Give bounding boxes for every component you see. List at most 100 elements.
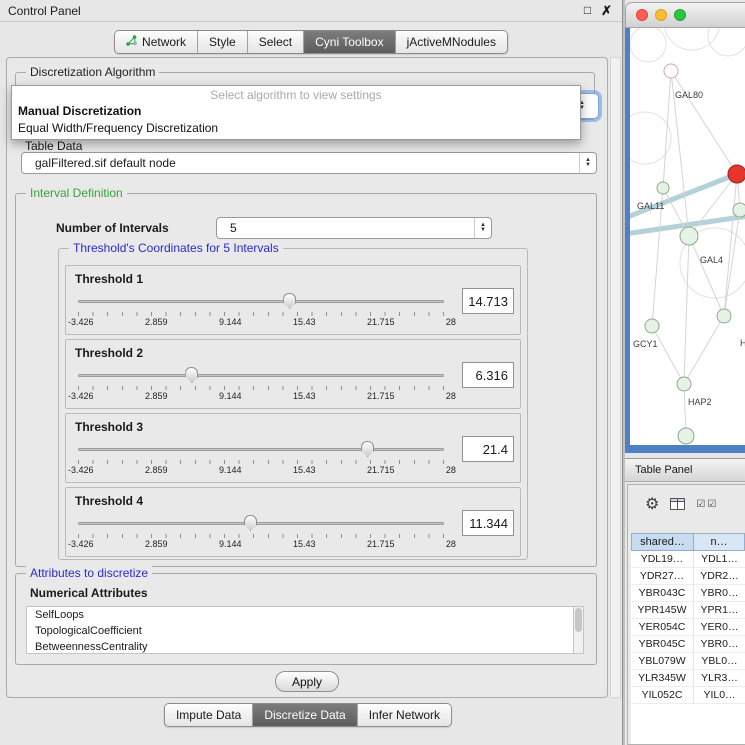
attribute-list-item[interactable]: SelfLoops xyxy=(27,607,573,623)
slider-scale: -3.4262.8599.14415.4321.71528 xyxy=(68,539,456,549)
scrollbar-thumb[interactable] xyxy=(575,608,582,632)
table-row[interactable]: YIL052CYIL0… xyxy=(631,687,745,704)
cell-shared-name[interactable]: YBR045C xyxy=(631,636,694,652)
attribute-list-item[interactable]: BetweennessCentrality xyxy=(27,639,573,654)
cell-shared-name[interactable]: YLR345W xyxy=(631,670,694,686)
threshold-value-field[interactable]: 11.344 xyxy=(462,510,514,536)
slider-track[interactable] xyxy=(78,522,444,525)
close-icon[interactable]: ✗ xyxy=(601,3,612,19)
table-row[interactable]: YDR27…YDR2… xyxy=(631,568,745,585)
cell-name[interactable]: YBR0… xyxy=(694,585,745,601)
network-node[interactable] xyxy=(664,64,678,78)
cell-name[interactable]: YER0… xyxy=(694,619,745,635)
attribute-list-item[interactable]: TopologicalCoefficient xyxy=(27,623,573,639)
cell-shared-name[interactable]: YDL19… xyxy=(631,551,694,567)
tick-label: -3.426 xyxy=(68,539,94,549)
network-edge[interactable] xyxy=(689,236,724,316)
minimize-icon[interactable]: □ xyxy=(584,3,591,19)
network-edge[interactable] xyxy=(652,326,684,384)
network-view-frame: GAL80GAL11GAL4GCY1HAP2H xyxy=(625,28,745,453)
list-scrollbar[interactable] xyxy=(573,606,584,654)
columns-icon[interactable] xyxy=(670,498,685,510)
cell-shared-name[interactable]: YBL079W xyxy=(631,653,694,669)
tab-infer-network[interactable]: Infer Network xyxy=(357,704,451,726)
slider-track[interactable] xyxy=(78,448,444,451)
threshold-value-field[interactable]: 14.713 xyxy=(462,288,514,314)
cell-name[interactable]: YIL0… xyxy=(694,687,745,703)
slider-thumb[interactable] xyxy=(361,441,374,457)
threshold-3-slider[interactable] xyxy=(78,441,444,458)
table-row[interactable]: YBL079WYBL0… xyxy=(631,653,745,670)
threshold-1-slider[interactable] xyxy=(78,293,444,310)
table-row[interactable]: YPR145WYPR1… xyxy=(631,602,745,619)
tick-label: -3.426 xyxy=(68,317,94,327)
gear-icon[interactable]: ⚙ xyxy=(645,494,659,514)
table-row[interactable]: YBR045CYBR0… xyxy=(631,636,745,653)
network-node[interactable] xyxy=(645,319,659,333)
table-row[interactable]: YLR345WYLR3… xyxy=(631,670,745,687)
column-header-shared-name[interactable]: shared… xyxy=(631,533,694,551)
numerical-attributes-list[interactable]: SelfLoopsTopologicalCoefficientBetweenne… xyxy=(26,606,574,654)
threshold-value-field[interactable]: 6.316 xyxy=(462,362,514,388)
cell-name[interactable]: YDL1… xyxy=(694,551,745,567)
network-edge[interactable] xyxy=(684,316,724,384)
cell-name[interactable]: YBL0… xyxy=(694,653,745,669)
tab-discretize-data[interactable]: Discretize Data xyxy=(252,704,356,726)
cell-name[interactable]: YDR2… xyxy=(694,568,745,584)
network-node[interactable] xyxy=(733,203,745,217)
panel-scrollbar[interactable] xyxy=(610,57,621,698)
slider-thumb[interactable] xyxy=(244,515,257,531)
threshold-value-field[interactable]: 21.4 xyxy=(462,436,514,462)
cell-shared-name[interactable]: YIL052C xyxy=(631,687,694,703)
tab-impute-data[interactable]: Impute Data xyxy=(165,704,252,726)
network-node[interactable] xyxy=(717,309,731,323)
cell-name[interactable]: YLR3… xyxy=(694,670,745,686)
network-edge-thick[interactable] xyxy=(630,174,737,218)
select-all-icon[interactable]: ☑ ☑ xyxy=(696,499,716,510)
tab-network[interactable]: Network xyxy=(115,31,197,53)
workspace-region: GAL80GAL11GAL4GCY1HAP2H Table Panel ⚙ ☑ … xyxy=(625,0,745,745)
slider-thumb[interactable] xyxy=(185,367,198,383)
slider-track[interactable] xyxy=(78,300,444,303)
window-title: Control Panel xyxy=(8,4,81,18)
slider-tickmarks xyxy=(78,460,444,464)
slider-track[interactable] xyxy=(78,374,444,377)
cell-shared-name[interactable]: YER054C xyxy=(631,619,694,635)
network-node[interactable] xyxy=(677,377,691,391)
network-edge[interactable] xyxy=(684,236,689,384)
cell-shared-name[interactable]: YBR043C xyxy=(631,585,694,601)
group-label: Discretization Algorithm xyxy=(26,65,159,79)
number-of-intervals-combo[interactable]: 5 ▲ ▼ xyxy=(216,217,492,239)
dropdown-item-equal-width-frequency[interactable]: Equal Width/Frequency Discretization xyxy=(12,120,580,137)
checkbox-icon: ☑ xyxy=(696,499,705,510)
threshold-4-slider[interactable] xyxy=(78,515,444,532)
column-header-name[interactable]: n… xyxy=(694,533,745,551)
dropdown-item-manual-discretization[interactable]: Manual Discretization xyxy=(12,103,580,120)
zoom-traffic-light[interactable] xyxy=(674,9,686,21)
network-node[interactable] xyxy=(680,227,698,245)
network-canvas[interactable]: GAL80GAL11GAL4GCY1HAP2H xyxy=(630,28,745,445)
tab-select[interactable]: Select xyxy=(247,31,303,53)
cell-shared-name[interactable]: YPR145W xyxy=(631,602,694,618)
cell-name[interactable]: YPR1… xyxy=(694,602,745,618)
tick-label: 2.859 xyxy=(145,391,168,401)
threshold-2-slider[interactable] xyxy=(78,367,444,384)
network-node[interactable] xyxy=(728,165,745,183)
tab-jactivemnodules[interactable]: jActiveMNodules xyxy=(395,31,507,53)
cell-shared-name[interactable]: YDR27… xyxy=(631,568,694,584)
tab-cyni-toolbox[interactable]: Cyni Toolbox xyxy=(303,31,394,53)
table-row[interactable]: YDL19…YDL1… xyxy=(631,551,745,568)
apply-button[interactable]: Apply xyxy=(275,671,339,692)
table-row[interactable]: YER054CYER0… xyxy=(631,619,745,636)
tab-style[interactable]: Style xyxy=(197,31,247,53)
cell-name[interactable]: YBR0… xyxy=(694,636,745,652)
table-row[interactable]: YBR043CYBR0… xyxy=(631,585,745,602)
network-node[interactable] xyxy=(678,428,694,444)
tick-label: 2.859 xyxy=(145,465,168,475)
threshold-4-panel: Threshold 4 -3.4262.8599.14415.4321.7152… xyxy=(65,487,521,557)
table-data-combo[interactable]: galFiltered.sif default node ▲ ▼ xyxy=(21,152,597,174)
slider-thumb[interactable] xyxy=(283,293,296,309)
minimize-traffic-light[interactable] xyxy=(655,9,667,21)
network-node[interactable] xyxy=(657,182,669,194)
close-traffic-light[interactable] xyxy=(636,9,648,21)
